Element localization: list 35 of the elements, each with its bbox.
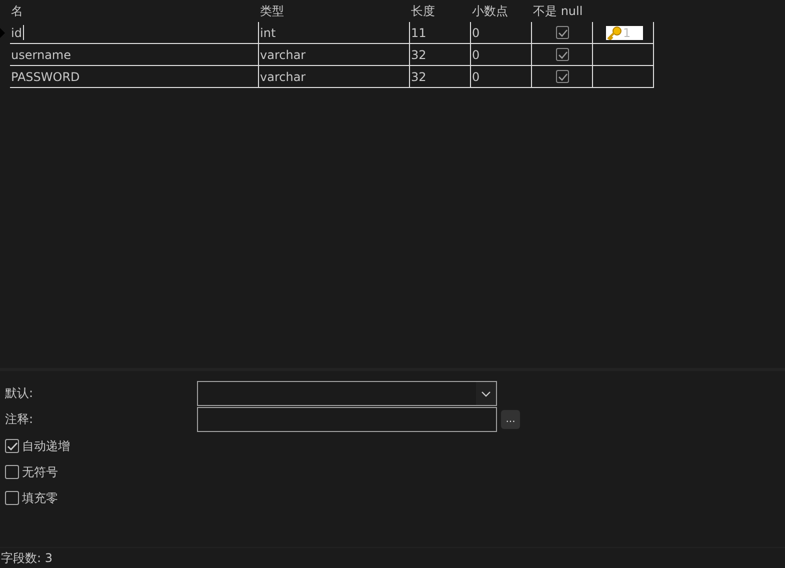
table-cell[interactable]: 11 xyxy=(410,22,471,44)
table-cell[interactable]: username xyxy=(10,44,259,66)
column-header: 名 xyxy=(10,2,24,20)
column-header: 类型 xyxy=(259,2,285,20)
checkbox[interactable] xyxy=(5,465,19,479)
table-cell[interactable]: id xyxy=(10,22,259,44)
primary-key-badge: 1 xyxy=(606,26,643,40)
checkbox-label: 填充零 xyxy=(22,490,58,506)
field-label: 注释: xyxy=(4,411,34,428)
not-null-checkbox[interactable] xyxy=(556,26,569,39)
column-header: 长度 xyxy=(410,2,436,20)
status-bar: 字段数: 3 xyxy=(0,547,785,568)
table-cell[interactable]: 0 xyxy=(471,66,532,88)
checkbox[interactable] xyxy=(5,491,19,505)
checkbox-label: 自动递增 xyxy=(22,438,70,454)
checkbox[interactable] xyxy=(5,439,19,453)
key-icon xyxy=(606,26,622,40)
table-cell[interactable]: varchar xyxy=(259,66,410,88)
column-header: 小数点 xyxy=(471,2,509,20)
chevron-down-icon xyxy=(481,390,491,396)
table-cell[interactable]: varchar xyxy=(259,44,410,66)
column-header: 不是 null xyxy=(532,2,584,20)
not-null-checkbox[interactable] xyxy=(556,70,569,83)
more-button[interactable]: ... xyxy=(501,410,520,429)
table-cell[interactable]: 0 xyxy=(471,22,532,44)
field-label: 默认: xyxy=(4,385,34,402)
table-cell[interactable]: int xyxy=(259,22,410,44)
table-cell[interactable]: 32 xyxy=(410,66,471,88)
table-cell[interactable]: 0 xyxy=(471,44,532,66)
default-dropdown[interactable] xyxy=(197,381,497,406)
table-cell[interactable]: 32 xyxy=(410,44,471,66)
checkbox-label: 无符号 xyxy=(22,464,58,480)
table-cell[interactable]: PASSWORD xyxy=(10,66,259,88)
comment-field[interactable] xyxy=(197,407,497,432)
not-null-checkbox[interactable] xyxy=(556,48,569,61)
